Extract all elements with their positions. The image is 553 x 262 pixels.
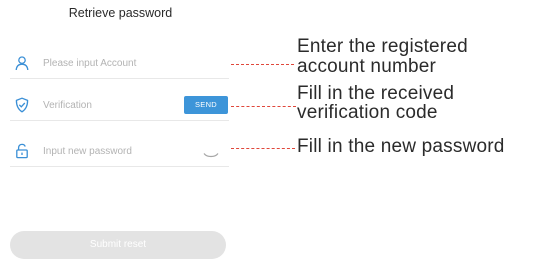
- verification-annotation-line1: Fill in the received: [297, 83, 455, 104]
- password-leader-line: [231, 148, 295, 149]
- page-title: Retrieve password: [68, 6, 173, 20]
- account-annotation-line2: account number: [297, 56, 437, 77]
- lock-icon: [14, 143, 30, 159]
- new-password-input[interactable]: Input new password: [43, 146, 132, 157]
- account-leader-line: [231, 64, 294, 65]
- eye-closed-icon[interactable]: [203, 147, 219, 158]
- account-field[interactable]: Please input Account: [10, 49, 229, 79]
- account-divider: [10, 78, 229, 79]
- submit-reset-button[interactable]: Submit reset: [10, 231, 226, 259]
- send-code-button[interactable]: SEND: [184, 96, 228, 114]
- shield-check-icon: [14, 97, 30, 113]
- password-divider: [10, 166, 229, 167]
- password-annotation-line1: Fill in the new password: [297, 136, 505, 157]
- verification-field[interactable]: Verification SEND: [10, 91, 229, 121]
- account-input[interactable]: Please input Account: [43, 58, 136, 69]
- verification-leader-line: [231, 106, 296, 107]
- verification-input[interactable]: Verification: [43, 100, 92, 111]
- user-icon: [14, 55, 30, 71]
- verification-divider: [10, 120, 229, 121]
- password-field[interactable]: Input new password: [10, 137, 229, 167]
- verification-annotation-line2: verification code: [297, 102, 438, 123]
- account-annotation-line1: Enter the registered: [297, 36, 468, 57]
